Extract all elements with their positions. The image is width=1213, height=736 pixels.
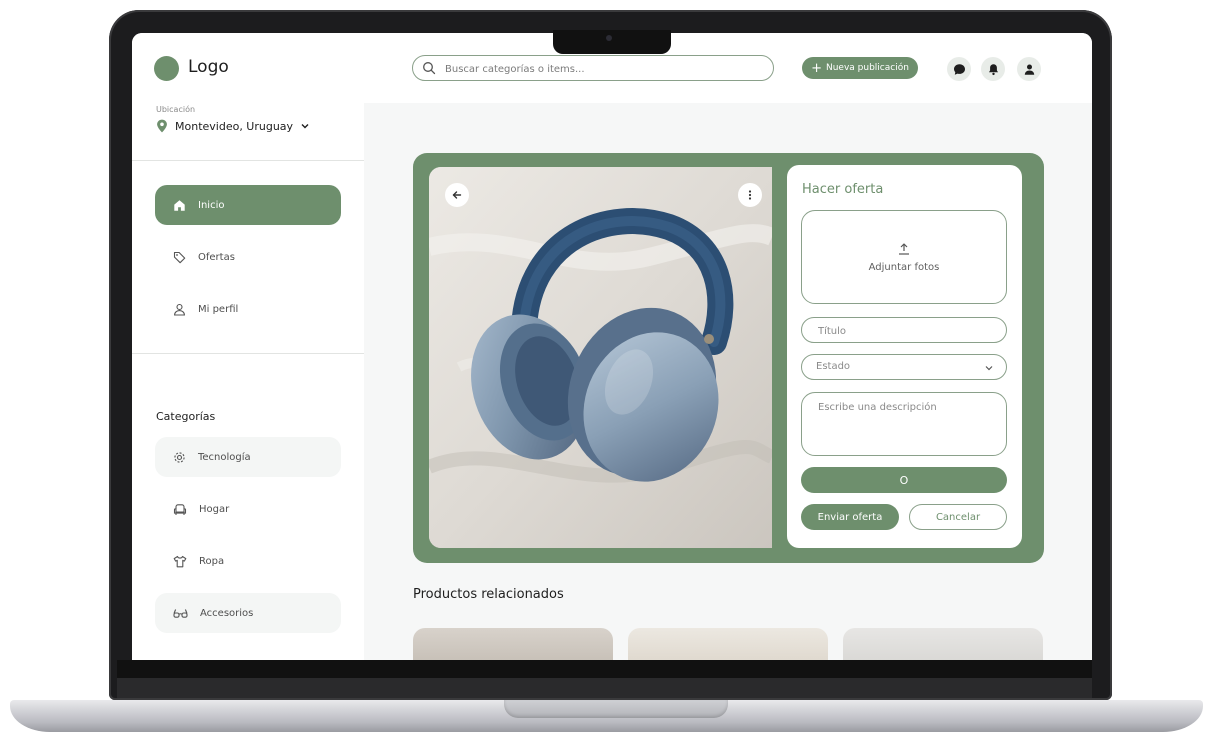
related-product-card[interactable]: [628, 628, 828, 661]
offer-form: Hacer oferta Adjuntar fotos Estado: [787, 165, 1022, 548]
back-button[interactable]: [445, 183, 469, 207]
bell-icon: [988, 63, 998, 75]
logo-icon: [154, 56, 179, 81]
new-post-button[interactable]: + Nueva publicación: [802, 57, 918, 79]
nav-item-label: Mi perfil: [198, 303, 239, 315]
search-input[interactable]: [443, 60, 767, 78]
chevron-down-icon: [301, 124, 309, 129]
app-screen: Logo + Nueva publicación: [132, 33, 1092, 661]
headphones-image: [429, 167, 772, 548]
divider: [132, 353, 364, 354]
offer-card: Hacer oferta Adjuntar fotos Estado: [413, 153, 1044, 563]
sidebar: Ubicación Montevideo, Uruguay Inicio Ofe: [132, 103, 364, 661]
location-value: Montevideo, Uruguay: [175, 119, 294, 133]
trackpad-notch: [504, 700, 728, 718]
nav-item-label: Ofertas: [198, 251, 235, 263]
camera-icon: [606, 35, 612, 41]
laptop-base: [10, 700, 1203, 732]
cancel-button[interactable]: Cancelar: [909, 504, 1007, 530]
product-photo: [429, 167, 772, 548]
offer-option-label: O: [899, 473, 909, 487]
user-outline-icon: [174, 303, 185, 316]
category-label: Hogar: [199, 503, 230, 515]
arrow-left-icon: [452, 191, 462, 199]
camera-notch: [553, 30, 671, 54]
related-products-title: Productos relacionados: [413, 587, 564, 602]
logo-text: Logo: [188, 57, 229, 77]
tag-icon: [173, 251, 186, 263]
location-selector[interactable]: Montevideo, Uruguay: [156, 119, 310, 133]
search-bar[interactable]: [412, 55, 774, 81]
categories-title: Categorías: [156, 410, 216, 423]
armchair-icon: [173, 503, 187, 515]
laptop-chin: [117, 660, 1092, 698]
home-icon: [174, 199, 185, 211]
category-accesorios[interactable]: Accesorios: [155, 593, 341, 633]
nav-item-ofertas[interactable]: Ofertas: [155, 237, 341, 277]
location-label: Ubicación: [156, 105, 196, 114]
chat-icon: [953, 63, 965, 75]
description-input[interactable]: [816, 400, 1000, 452]
title-field[interactable]: [801, 317, 1007, 343]
category-label: Tecnología: [198, 451, 251, 463]
nav-item-inicio[interactable]: Inicio: [155, 185, 341, 225]
laptop-hinge: [117, 678, 1092, 698]
state-select-label: Estado: [816, 361, 851, 372]
chat-button[interactable]: [947, 57, 971, 81]
chevron-down-icon: [985, 366, 993, 371]
state-select[interactable]: Estado: [801, 354, 1007, 380]
upload-label: Adjuntar fotos: [868, 261, 940, 273]
gear-icon: [174, 451, 185, 463]
send-offer-button[interactable]: Enviar oferta: [801, 504, 899, 530]
more-vertical-icon: [748, 190, 752, 200]
shirt-icon: [173, 555, 187, 567]
category-label: Accesorios: [200, 607, 254, 619]
new-post-label: Nueva publicación: [825, 63, 909, 73]
nav-item-label: Inicio: [198, 199, 225, 211]
related-product-card[interactable]: [413, 628, 613, 661]
divider: [132, 160, 364, 161]
offer-option-bar[interactable]: O: [801, 467, 1007, 493]
title-input[interactable]: [816, 323, 1000, 339]
description-field[interactable]: [801, 392, 1007, 456]
offer-form-title: Hacer oferta: [802, 182, 884, 197]
user-icon: [1024, 64, 1034, 75]
profile-button[interactable]: [1017, 57, 1041, 81]
category-hogar[interactable]: Hogar: [155, 489, 341, 529]
upload-icon: [899, 242, 909, 255]
related-product-card[interactable]: [843, 628, 1043, 661]
glasses-icon: [173, 608, 188, 618]
notifications-button[interactable]: [981, 57, 1005, 81]
category-label: Ropa: [199, 555, 225, 567]
upload-photos-dropzone[interactable]: Adjuntar fotos: [801, 210, 1007, 304]
more-options-button[interactable]: [738, 183, 762, 207]
plus-icon: +: [811, 60, 822, 76]
category-ropa[interactable]: Ropa: [155, 541, 341, 581]
location-pin-icon: [157, 119, 167, 133]
search-icon: [423, 62, 436, 75]
category-tecnologia[interactable]: Tecnología: [155, 437, 341, 477]
nav-item-mi-perfil[interactable]: Mi perfil: [155, 289, 341, 329]
